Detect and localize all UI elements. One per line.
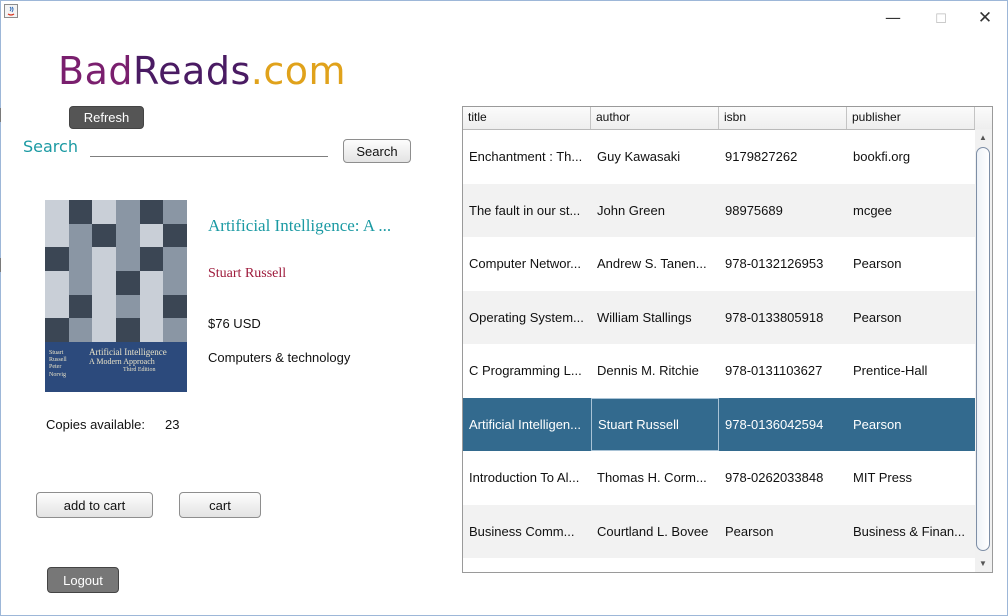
scroll-up-arrow-icon[interactable]: ▲ [979,133,987,142]
java-icon [4,4,18,18]
cell-author: Andrew S. Tanen... [597,256,707,272]
scroll-down-arrow-icon[interactable]: ▼ [979,559,987,568]
cell-author: Courtland L. Bovee [597,523,709,539]
column-header-author[interactable]: author [591,107,719,129]
search-label: Search [23,137,78,156]
books-table: title author isbn publisher Enchantment … [462,106,993,573]
cell-publisher: bookfi.org [853,149,911,165]
minimize-button[interactable]: — [878,8,908,30]
cell-publisher: Prentice-Hall [853,363,928,379]
column-header-publisher[interactable]: publisher [847,107,975,129]
cell-author: Thomas H. Corm... [597,470,707,486]
table-row[interactable]: Business Comm... Courtland L. Bovee Pear… [463,504,975,558]
cell-title: Artificial Intelligen... [469,416,581,432]
cell-title: Business Comm... [469,523,575,539]
logo-part-bad: Bad [58,49,133,93]
book-price: $76 USD [208,316,261,331]
cell-publisher: mcgee [853,202,893,218]
cell-title: Computer Networ... [469,256,581,272]
cell-title: Operating System... [469,309,584,325]
table-row[interactable]: C Programming L... Dennis M. Ritchie 978… [463,344,975,398]
cell-isbn: 978-0262033848 [725,470,824,486]
cell-author: Guy Kawasaki [597,149,681,165]
cell-publisher: Pearson [853,416,902,432]
cell-isbn: 978-0133805918 [725,309,824,325]
table-row[interactable]: Computer Networ... Andrew S. Tanen... 97… [463,237,975,291]
logo-part-com: .com [250,49,347,93]
table-row[interactable]: Operating System... William Stallings 97… [463,290,975,344]
cell-isbn: 978-0132126953 [725,256,824,272]
cell-isbn: 978-0136042594 [725,416,824,432]
book-cover-image: Stuart Russell Peter Norvig Artificial I… [45,200,187,392]
vertical-scrollbar[interactable]: ▲ ▼ [975,129,992,572]
cell-title: Enchantment : Th... [469,149,583,165]
add-to-cart-button[interactable]: add to cart [36,492,153,518]
cell-isbn: 98975689 [725,202,783,218]
column-header-title[interactable]: title [463,107,591,129]
book-category: Computers & technology [208,350,351,365]
cell-author: William Stallings [597,309,692,325]
table-corner [975,107,992,130]
logo-part-reads: Reads [132,49,251,93]
table-row-selected[interactable]: Artificial Intelligen... Stuart Russell … [463,397,975,451]
table-header: title author isbn publisher [463,107,975,130]
maximize-button[interactable]: ☐ [926,12,956,34]
refresh-button[interactable]: Refresh [69,106,144,129]
table-row[interactable]: The fault in our st... John Green 989756… [463,183,975,237]
cell-author-focused: Stuart Russell [591,397,719,451]
book-author: Stuart Russell [208,266,287,281]
window-edge-mark [0,258,1,272]
copies-available-label: Copies available: [46,417,146,432]
search-input[interactable] [90,156,328,157]
cell-author: John Green [597,202,665,218]
close-button[interactable]: ✕ [970,8,1000,30]
search-button[interactable]: Search [343,139,411,163]
table-row[interactable]: Enchantment : Th... Guy Kawasaki 9179827… [463,130,975,184]
cell-isbn: 978-0131103627 [725,363,823,379]
cell-title: C Programming L... [469,363,582,379]
cell-author: Dennis M. Ritchie [597,363,699,379]
column-header-isbn[interactable]: isbn [719,107,847,129]
table-row[interactable]: Introduction To Al... Thomas H. Corm... … [463,451,975,505]
cell-publisher: Business & Finan... [853,523,965,539]
cell-publisher: Pearson [853,256,902,272]
cell-isbn: 9179827262 [725,149,798,165]
window-edge-mark [0,108,1,122]
cart-button[interactable]: cart [179,492,261,518]
cell-title: The fault in our st... [469,202,581,218]
book-title: Artificial Intelligence: A ... [208,216,392,235]
logout-button[interactable]: Logout [47,567,119,593]
cell-publisher: MIT Press [853,470,912,486]
scrollbar-thumb[interactable] [976,147,990,551]
copies-available-value: 23 [165,417,180,432]
cell-publisher: Pearson [853,309,902,325]
app-logo: BadReads.com [58,52,346,90]
cell-title: Introduction To Al... [469,470,580,486]
cell-isbn: Pearson [725,523,774,539]
table-body: Enchantment : Th... Guy Kawasaki 9179827… [463,130,975,558]
